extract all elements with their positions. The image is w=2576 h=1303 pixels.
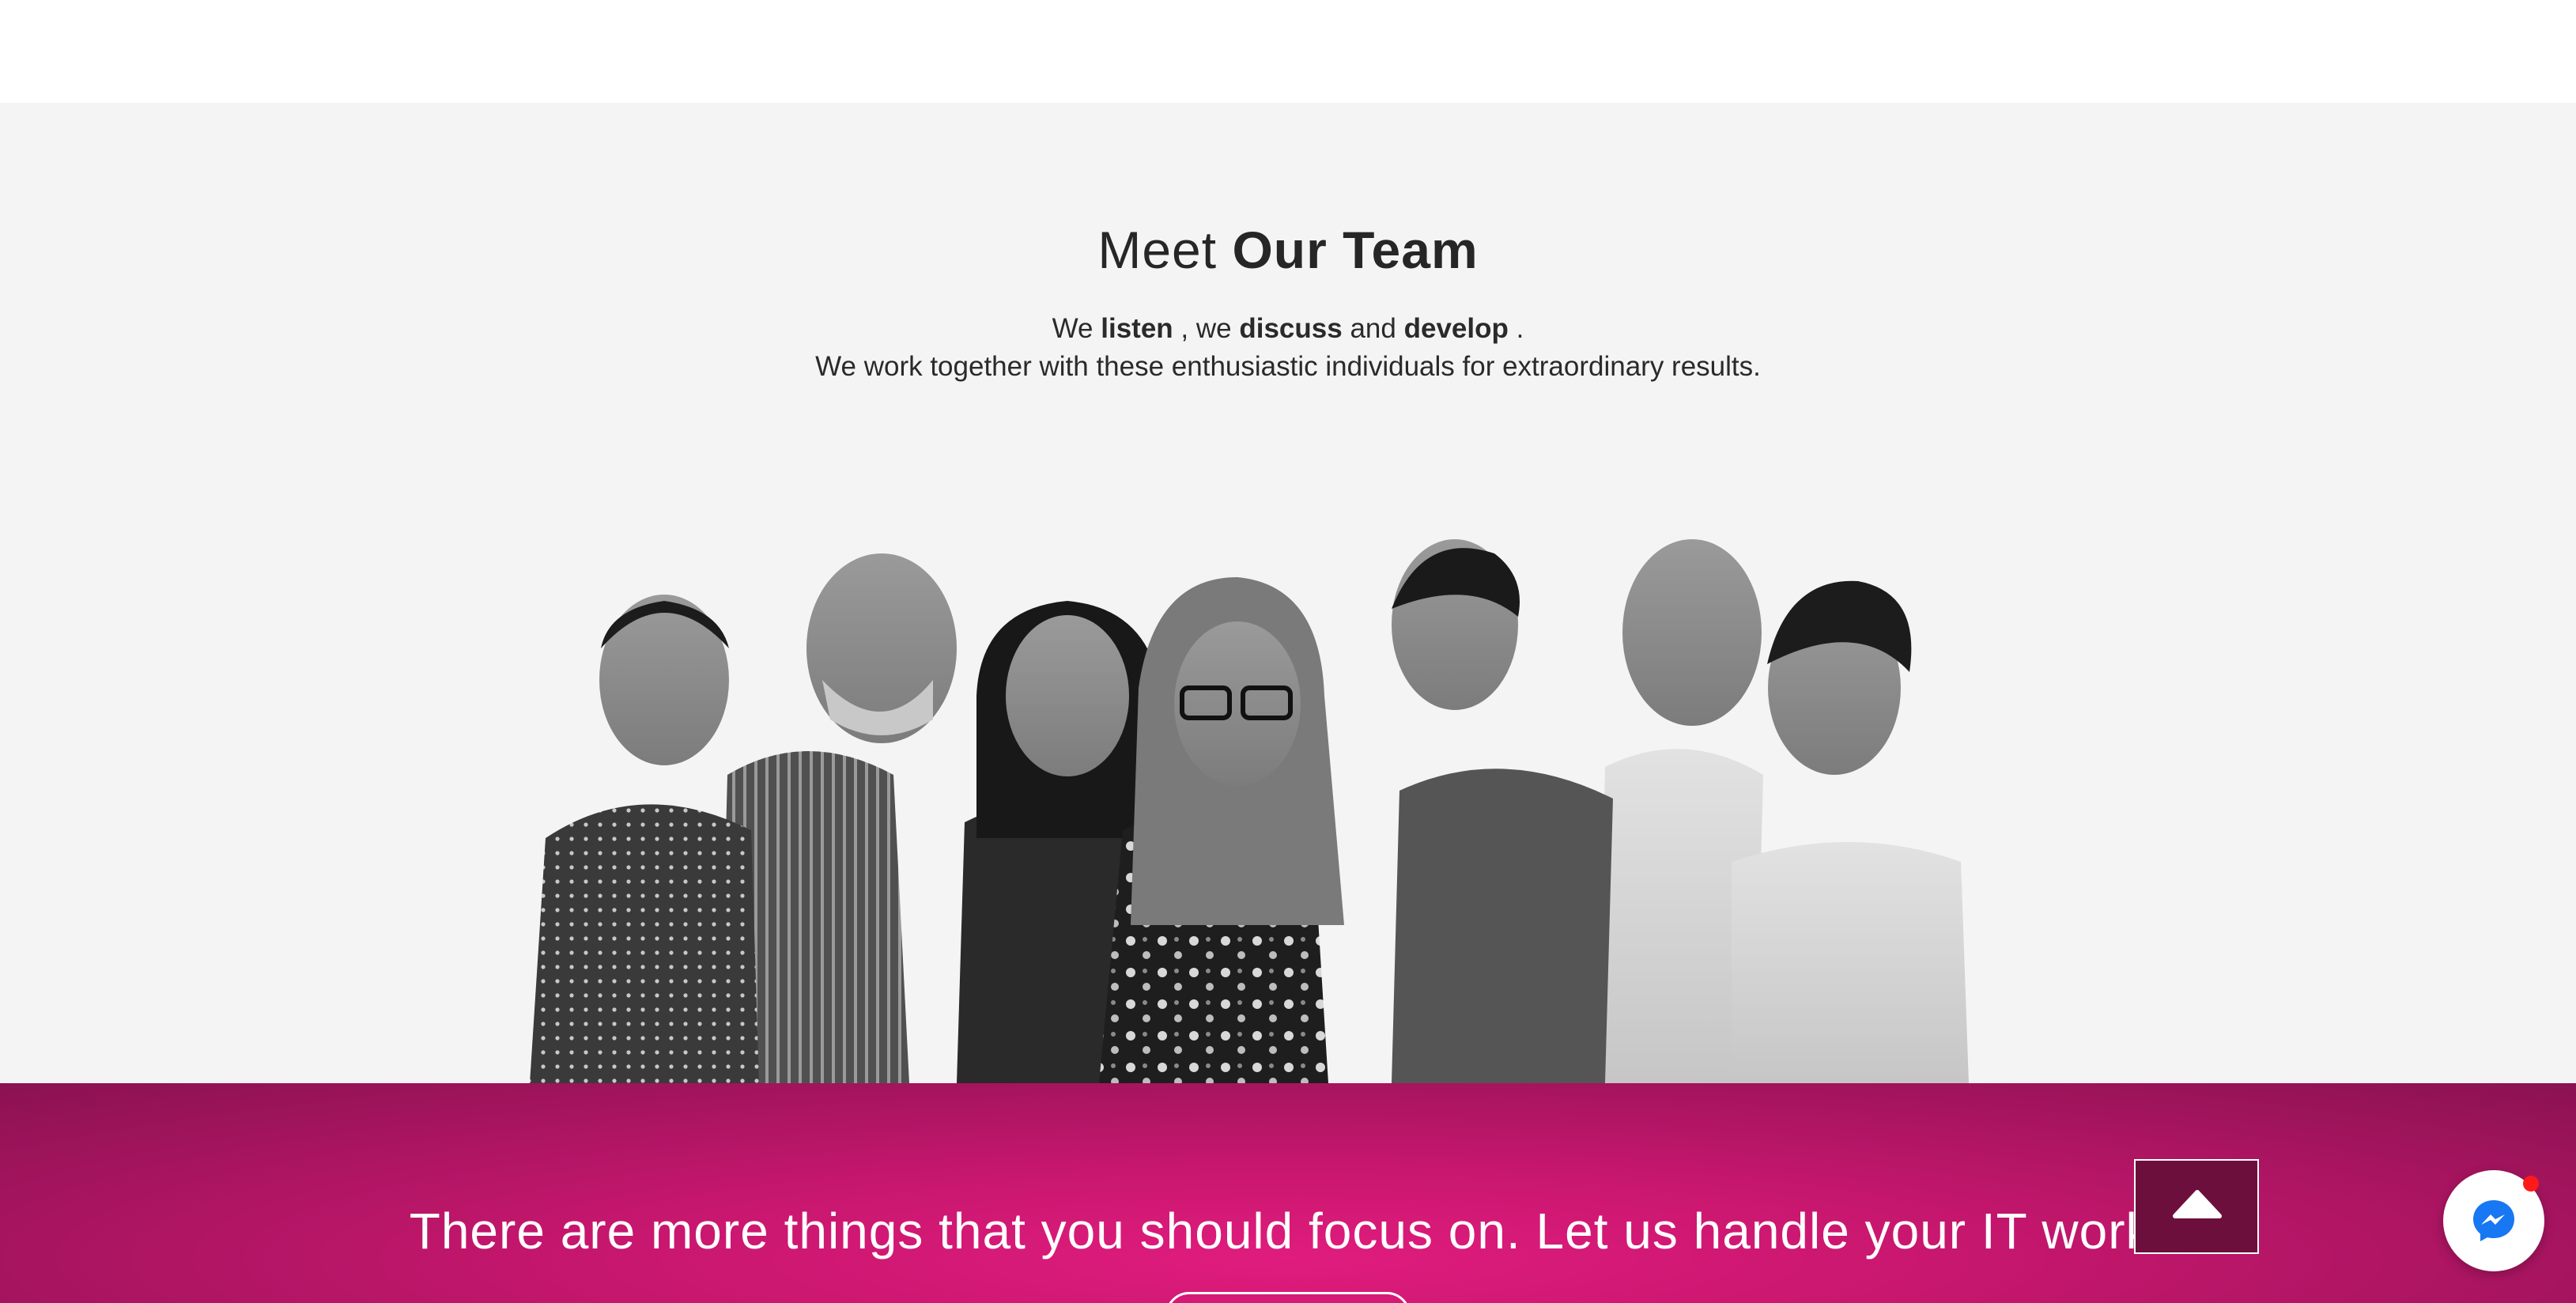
team-heading-light: Meet [1097, 221, 1218, 279]
tagline-listen: listen [1101, 313, 1173, 344]
top-bar [0, 0, 2576, 103]
team-heading-bold: Our Team [1232, 221, 1479, 279]
tagline-comma-we: , we [1180, 313, 1232, 344]
chevron-up-icon [2173, 1190, 2222, 1218]
tagline-discuss: discuss [1239, 313, 1343, 344]
team-section: Meet Our Team We listen , we discuss and… [0, 103, 2576, 1083]
team-tagline: We listen , we discuss and develop . We … [0, 310, 2576, 386]
tagline-period: . [1516, 313, 1524, 344]
team-heading: Meet Our Team [0, 220, 2576, 280]
scroll-to-top-button[interactable] [2134, 1159, 2259, 1254]
team-group-photo [530, 539, 1969, 1083]
tagline-we: We [1052, 313, 1093, 344]
tagline-line-1: We listen , we discuss and develop . [0, 310, 2576, 348]
notification-dot [2523, 1176, 2539, 1192]
cta-button[interactable] [1165, 1292, 1411, 1303]
tagline-and: and [1350, 313, 1396, 344]
tagline-line-2: We work together with these enthusiastic… [815, 351, 1761, 382]
tagline-develop: develop [1403, 313, 1509, 344]
messenger-icon [2473, 1200, 2514, 1241]
